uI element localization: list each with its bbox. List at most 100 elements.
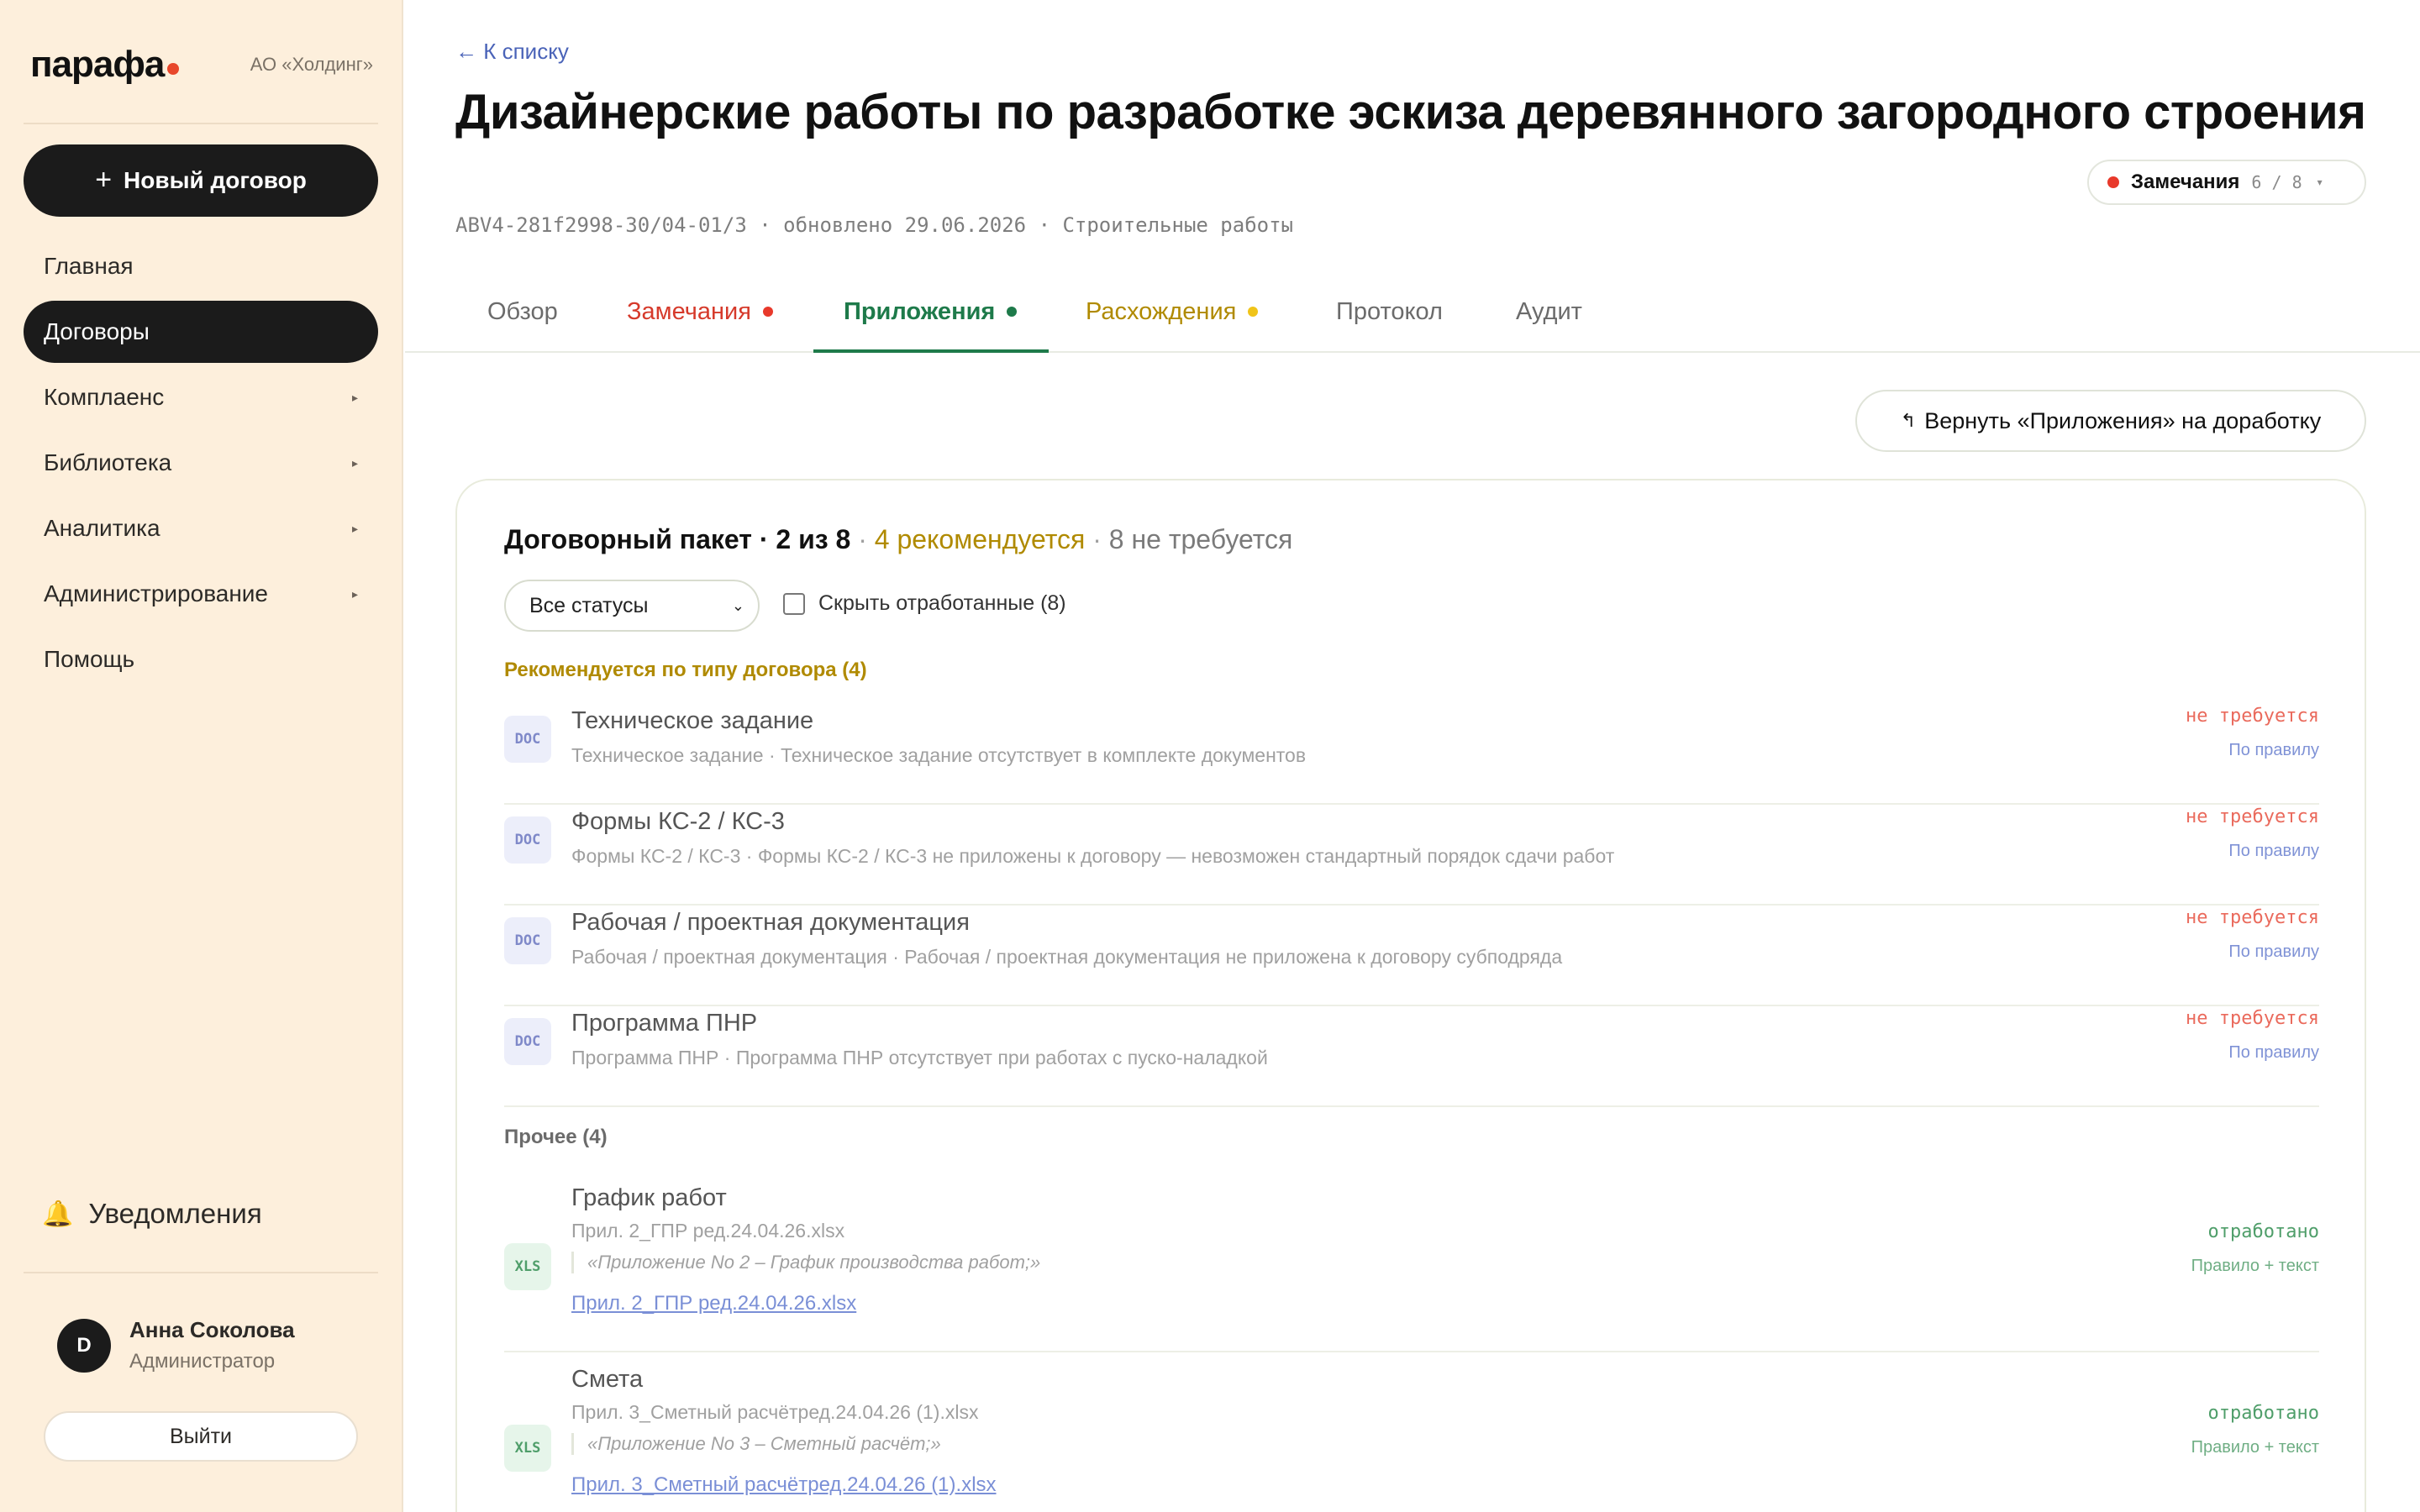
sidebar-nav: Главная Договоры Комплаенс ▸ Библиотека … [24,235,378,694]
notifications-label: Уведомления [88,1198,262,1229]
tab-label: Приложения [844,297,996,325]
sidebar-item-label: Комплаенс [44,384,165,410]
hide-worked-checkbox[interactable] [783,592,805,615]
item-title: Смета [571,1366,644,1393]
sidebar-item-help[interactable]: Помощь [24,628,378,690]
contract-meta: ABV4-281f2998-30/04-01/3 · обновлено 29.… [455,213,1293,237]
avatar[interactable]: D [57,1318,111,1373]
status-filter-value: Все статусы [529,593,649,617]
doc-file-icon: DOC [504,816,551,864]
sidebar-item-label: Аналитика [44,515,160,541]
sidebar-item-label: Библиотека [44,449,172,475]
item-title: Программа ПНР [571,1010,758,1037]
return-for-revision-button[interactable]: ↰ Вернуть «Приложения» на доработку [1855,390,2366,452]
sidebar-item-home[interactable]: Главная [24,235,378,297]
spreadsheet-file-icon: XLS [504,1243,551,1290]
sidebar: парафа АО «Холдинг» + Новый договор Глав… [0,0,403,1512]
list-item[interactable]: XLS График работ Прил. 2_ГПР ред.24.04.2… [504,1184,2319,1352]
separator: · [1092,524,1109,554]
chevron-right-icon: ▸ [351,455,358,470]
status-dot-icon [1007,307,1018,317]
tab-remarks[interactable]: Замечания [627,270,773,353]
tab-overview[interactable]: Обзор [487,270,558,353]
chevron-down-icon: ⌄ [731,596,744,614]
sidebar-item-administration[interactable]: Администрирование ▸ [24,563,378,625]
list-item[interactable]: DOC Формы КС-2 / КС-3 Формы КС-2 / КС-3 … [504,805,2319,906]
status-badge: не требуется [2186,1008,2319,1029]
remarks-count: 6 / 8 [2251,172,2302,192]
sidebar-divider [24,1272,378,1273]
rule-source: По правилу [2228,942,2319,961]
item-filename: Прил. 2_ГПР ред.24.04.26.xlsx [571,1220,845,1242]
status-filter-select[interactable]: Все статусы ⌄ [504,580,760,632]
list-item[interactable]: DOC Техническое задание Техническое зада… [504,704,2319,805]
new-contract-label: Новый договор [124,167,307,193]
sidebar-item-analytics[interactable]: Аналитика ▸ [24,497,378,559]
chevron-down-icon: ▾ [2317,176,2323,188]
item-subtitle: Формы КС-2 / КС-3 · Формы КС-2 / КС-3 не… [571,845,1615,867]
status-dot-icon [762,307,773,317]
return-button-label: Вернуть «Приложения» на доработку [1924,407,2322,433]
list-item[interactable]: XLS Смета Прил. 3_Сметный расчётред.24.0… [504,1366,2319,1512]
active-tab-indicator [813,349,1049,353]
tab-bar: Обзор Замечания Приложения Расхождения П… [405,270,2420,353]
sidebar-item-compliance[interactable]: Комплаенс ▸ [24,366,378,428]
tab-discrepancies[interactable]: Расхождения [1086,270,1259,353]
user-name: Анна Соколова [129,1317,295,1342]
file-download-link[interactable]: Прил. 2_ГПР ред.24.04.26.xlsx [571,1292,856,1315]
logo-dot-icon [167,63,180,75]
remarks-label: Замечания [2131,171,2240,193]
item-quote: «Приложение No 3 – Сметный расчёт;» [571,1433,941,1455]
package-title: Договорный пакет · 2 из 8 [504,524,851,554]
tab-audit[interactable]: Аудит [1516,270,1582,353]
sidebar-item-contracts[interactable]: Договоры [24,301,378,363]
brand-row: парафа АО «Холдинг» [30,44,373,86]
remarks-dropdown[interactable]: Замечания 6 / 8 ▾ [2087,160,2366,205]
sidebar-item-label: Главная [44,253,134,279]
tab-label: Обзор [487,297,558,325]
org-name[interactable]: АО «Холдинг» [250,54,373,76]
package-summary: Договорный пакет · 2 из 8 · 4 рекомендуе… [504,524,1292,555]
page-title: Дизайнерские работы по разработке эскиза… [455,85,2366,139]
logout-button[interactable]: Выйти [44,1411,358,1462]
list-item[interactable]: DOC Программа ПНР Программа ПНР · Програ… [504,1006,2319,1107]
sidebar-item-label: Помощь [44,646,135,672]
logo[interactable]: парафа [30,44,180,86]
main-content: ← К списку Дизайнерские работы по разраб… [405,0,2420,1512]
item-subtitle: Рабочая / проектная документация · Рабоч… [571,946,1563,968]
new-contract-button[interactable]: + Новый договор [24,144,378,217]
notifications-link[interactable]: 🔔 Уведомления [42,1193,262,1235]
rule-source: По правилу [2228,842,2319,860]
item-filename: Прил. 3_Сметный расчётред.24.04.26 (1).x… [571,1401,979,1423]
hide-worked-toggle[interactable]: Скрыть отработанные (8) [783,591,1066,616]
sidebar-divider [24,123,378,124]
item-subtitle: Техническое задание · Техническое задани… [571,744,1307,766]
item-quote: «Приложение No 2 – График производства р… [571,1252,1040,1273]
file-download-link[interactable]: Прил. 3_Сметный расчётред.24.04.26 (1).x… [571,1473,997,1497]
rule-source: По правилу [2228,1043,2319,1062]
sidebar-item-label: Администрирование [44,580,268,606]
contract-package-card: Договорный пакет · 2 из 8 · 4 рекомендуе… [455,479,2366,1512]
tab-attachments[interactable]: Приложения [844,270,1018,353]
tab-protocol[interactable]: Протокол [1336,270,1443,353]
rule-source: Правило + текст [2191,1438,2319,1457]
sidebar-item-library[interactable]: Библиотека ▸ [24,432,378,494]
rule-source: По правилу [2228,741,2319,759]
back-to-list-link[interactable]: ← К списку [455,39,569,65]
status-badge: не требуется [2186,706,2319,727]
rule-source: Правило + текст [2191,1257,2319,1275]
status-badge: отработано [2207,1403,2319,1424]
doc-file-icon: DOC [504,917,551,964]
list-item[interactable]: DOC Рабочая / проектная документация Раб… [504,906,2319,1006]
doc-file-icon: DOC [504,716,551,763]
item-title: Формы КС-2 / КС-3 [571,808,785,835]
logo-text: парафа [30,44,165,85]
separator: · [858,524,875,554]
sidebar-item-label: Договоры [44,318,150,344]
status-dot-icon [1248,307,1259,317]
recommended-count: 4 рекомендуется [874,524,1086,554]
status-badge: не требуется [2186,806,2319,827]
tab-label: Аудит [1516,297,1582,325]
user-role: Администратор [129,1350,276,1373]
status-badge: не требуется [2186,907,2319,928]
